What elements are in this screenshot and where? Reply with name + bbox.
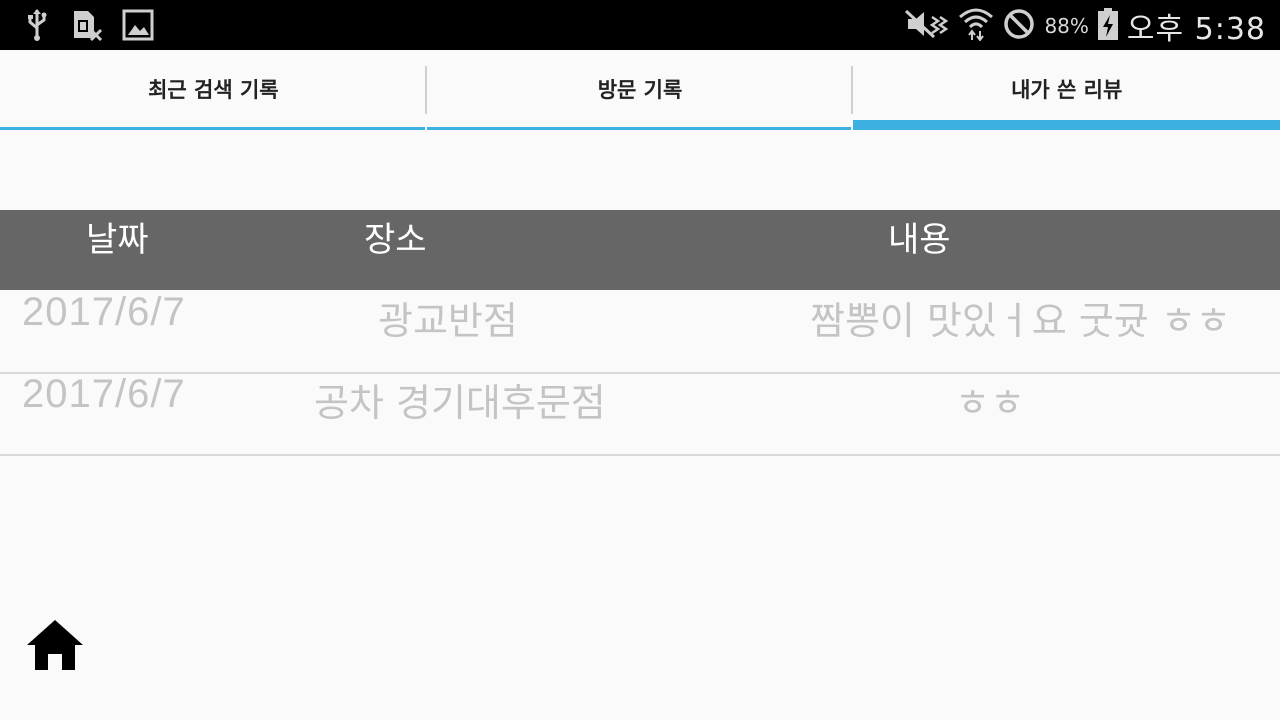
status-bar: 88% 오후 5:38 (0, 0, 1280, 50)
tab-visit-history[interactable]: 방문 기록 (426, 50, 854, 130)
home-button[interactable] (26, 618, 84, 672)
tab-label: 내가 쓴 리뷰 (1011, 78, 1123, 102)
header-date: 날짜 (86, 220, 149, 260)
table-header: 날짜 장소 내용 (0, 210, 1280, 290)
tab-label: 방문 기록 (597, 78, 683, 102)
wifi-icon (958, 7, 994, 45)
tab-my-reviews[interactable]: 내가 쓴 리뷰 (853, 50, 1280, 130)
tab-underline (426, 127, 852, 130)
mute-icon (904, 7, 950, 45)
table-row[interactable]: 2017/6/7 광교반점 짬뽕이 맛있ㅓ요 굿귯 ㅎㅎ (0, 290, 1280, 374)
tab-underline (0, 127, 425, 130)
battery-percent: 88% (1044, 14, 1089, 38)
clock: 오후 5:38 (1126, 12, 1266, 47)
tab-active-indicator (853, 120, 1280, 130)
usb-icon (22, 8, 52, 46)
image-icon (122, 8, 154, 46)
blocked-icon (1002, 7, 1036, 45)
battery-charging-icon (1097, 7, 1119, 45)
row-content: ㅎㅎ (955, 381, 1025, 425)
table-row[interactable]: 2017/6/7 공차 경기대후문점 ㅎㅎ (0, 372, 1280, 456)
home-icon (27, 620, 83, 670)
row-place: 공차 경기대후문점 (314, 381, 606, 425)
row-date: 2017/6/7 (22, 290, 186, 334)
row-date: 2017/6/7 (22, 372, 186, 416)
header-place: 장소 (364, 220, 427, 260)
sim-error-icon (70, 8, 104, 46)
header-content: 내용 (888, 220, 951, 260)
tab-bar: 최근 검색 기록 방문 기록 내가 쓴 리뷰 (0, 50, 1280, 130)
tab-recent-search[interactable]: 최근 검색 기록 (0, 50, 427, 130)
row-place: 광교반점 (378, 299, 518, 343)
tab-label: 최근 검색 기록 (148, 78, 279, 102)
row-content: 짬뽕이 맛있ㅓ요 굿귯 ㅎㅎ (810, 299, 1231, 343)
